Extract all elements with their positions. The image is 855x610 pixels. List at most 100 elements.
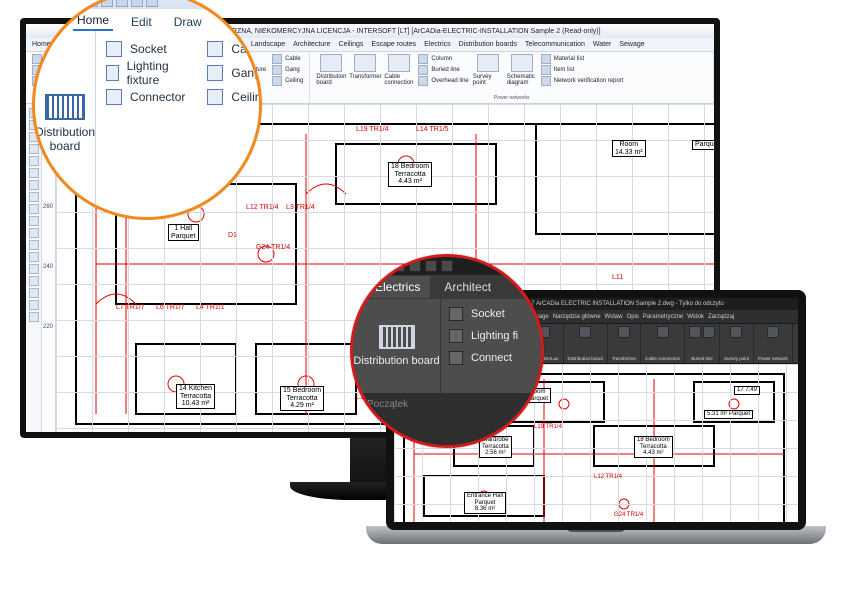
- red-socket-button[interactable]: Socket: [449, 303, 541, 325]
- tool-icon[interactable]: [29, 156, 39, 166]
- tool-icon[interactable]: [29, 216, 39, 226]
- qat-button[interactable]: [56, 0, 68, 7]
- ribbon-group-label: Distribution board: [568, 356, 603, 361]
- room-label: 1 HallParquet: [168, 224, 199, 241]
- menu-ceilings[interactable]: Ceilings: [339, 41, 364, 48]
- menu-water[interactable]: Water: [593, 41, 611, 48]
- gang-icon: [272, 65, 282, 75]
- tab-wstaw[interactable]: Wstaw: [605, 314, 623, 320]
- tool-icon[interactable]: [29, 312, 39, 322]
- tool-icon[interactable]: [29, 300, 39, 310]
- menu-electrics[interactable]: Electrics: [424, 41, 450, 48]
- tab-narzedzia-glowne[interactable]: Narzędzia główne: [553, 314, 601, 320]
- light-icon: [449, 329, 463, 343]
- ribbon-gang[interactable]: Gang: [272, 65, 303, 75]
- tool-icon[interactable]: [29, 240, 39, 250]
- tab-zarzadzaj[interactable]: Zarządzaj: [708, 314, 734, 320]
- menu-escape-routes[interactable]: Escape routes: [371, 41, 416, 48]
- menu-architecture[interactable]: Architecture: [293, 41, 330, 48]
- socket-icon: [106, 41, 122, 57]
- tab-widok[interactable]: Widok: [687, 314, 704, 320]
- ribbon-pn-column[interactable]: Column: [418, 54, 468, 64]
- tool-icon[interactable]: [29, 168, 39, 178]
- room-label: 5.31 m² Parquet: [704, 410, 753, 419]
- red-lighting-fixture-button[interactable]: Lighting fi: [449, 325, 541, 347]
- orange-gang-button[interactable]: Gang: [207, 61, 262, 85]
- tab-draw[interactable]: Draw: [170, 12, 206, 31]
- ribbon-pn-schematic-diagram[interactable]: Schematic diagram: [507, 54, 537, 86]
- tool-icon[interactable]: [29, 204, 39, 214]
- board-icon: [45, 94, 85, 120]
- qat-button[interactable]: [409, 260, 421, 272]
- ribbon-pn-material-list[interactable]: Material list: [541, 54, 624, 64]
- ribbon-icon[interactable]: [657, 326, 669, 338]
- tab-edit[interactable]: Edit: [127, 12, 156, 31]
- orange-ceiling-button[interactable]: Ceiling: [207, 85, 262, 109]
- tab-home[interactable]: Home: [73, 10, 113, 31]
- menu-sewage[interactable]: Sewage: [619, 41, 644, 48]
- ribbon-icon[interactable]: [703, 326, 715, 338]
- tab-parametryczne[interactable]: Parametryczne: [643, 314, 683, 320]
- qat-button[interactable]: [441, 260, 453, 272]
- room-label: 17 7.49: [734, 386, 760, 395]
- red-distribution-board-button[interactable]: Distribution board: [353, 299, 441, 393]
- qat-button[interactable]: [86, 0, 98, 7]
- tool-icon[interactable]: [29, 276, 39, 286]
- ribbon-pn-overhead-line[interactable]: Overhead line: [418, 76, 468, 86]
- tool-icon[interactable]: [29, 192, 39, 202]
- elec-label: L6 TR1/7: [156, 304, 185, 311]
- menu-telecommunication[interactable]: Telecommunication: [525, 41, 585, 48]
- transformer-icon: [354, 54, 376, 72]
- tool-icon[interactable]: [29, 228, 39, 238]
- qat-button[interactable]: [101, 0, 113, 7]
- connector-icon: [106, 89, 122, 105]
- red-connector-button[interactable]: Connect: [449, 347, 541, 369]
- survey-icon: [477, 54, 499, 72]
- qat-button[interactable]: [131, 0, 143, 7]
- elec-label: L11: [612, 274, 623, 281]
- menu-landscape[interactable]: Landscape: [251, 41, 285, 48]
- tool-icon[interactable]: [29, 180, 39, 190]
- ribbon-icon[interactable]: [579, 326, 591, 338]
- ribbon-icon[interactable]: [689, 326, 701, 338]
- orange-connector-button[interactable]: Connector: [106, 85, 185, 109]
- arcadia-logo-icon: [41, 0, 53, 7]
- tab-opis[interactable]: Opis: [627, 314, 639, 320]
- laptop-ribbon-group: Buried line: [685, 324, 720, 363]
- cable-icon: [272, 54, 282, 64]
- ribbon-icon[interactable]: [618, 326, 630, 338]
- ribbon-icon[interactable]: [730, 326, 742, 338]
- desktop-left-toolbar[interactable]: [26, 104, 42, 432]
- orange-lighting-fixture-button[interactable]: Lighting fixture: [106, 61, 185, 85]
- elec-label: L3 TR1/4: [286, 204, 315, 211]
- tool-icon[interactable]: [29, 144, 39, 154]
- ribbon-pn-distribution-board[interactable]: Distribution board: [316, 54, 346, 86]
- orange-socket-button[interactable]: Socket: [106, 37, 185, 61]
- ribbon-group-label: Power network: [758, 356, 788, 361]
- qat-button[interactable]: [116, 0, 128, 7]
- tab-architect[interactable]: Architect: [434, 276, 501, 298]
- buried-icon: [418, 65, 428, 75]
- cable-icon: [388, 54, 410, 72]
- ribbon-pn-cable-connection[interactable]: Cable connection: [384, 54, 414, 86]
- tool-icon[interactable]: [29, 264, 39, 274]
- menu-distribution-boards[interactable]: Distribution boards: [459, 41, 517, 48]
- ribbon-pn-verification-report[interactable]: Network verification report: [541, 76, 624, 86]
- ribbon-icon[interactable]: [767, 326, 779, 338]
- ribbon-ceiling[interactable]: Ceiling: [272, 76, 303, 86]
- qat-button[interactable]: [425, 260, 437, 272]
- ribbon-pn-transformer[interactable]: Transformer: [350, 54, 380, 86]
- elec-label: L4 TR1/1: [196, 304, 225, 311]
- ribbon-pn-survey-point[interactable]: Survey point: [473, 54, 503, 86]
- light-icon: [106, 65, 119, 81]
- tool-icon[interactable]: [29, 252, 39, 262]
- qat-button[interactable]: [146, 0, 158, 7]
- qat-button[interactable]: [71, 0, 83, 7]
- ribbon-pn-buried-line[interactable]: Buried line: [418, 65, 468, 75]
- tool-icon[interactable]: [29, 288, 39, 298]
- elec-label: G24 TR1/4: [256, 244, 290, 251]
- ceiling-icon: [207, 89, 223, 105]
- column-icon: [418, 54, 428, 64]
- ribbon-pn-item-list[interactable]: Item list: [541, 65, 624, 75]
- ribbon-cable[interactable]: Cable: [272, 54, 303, 64]
